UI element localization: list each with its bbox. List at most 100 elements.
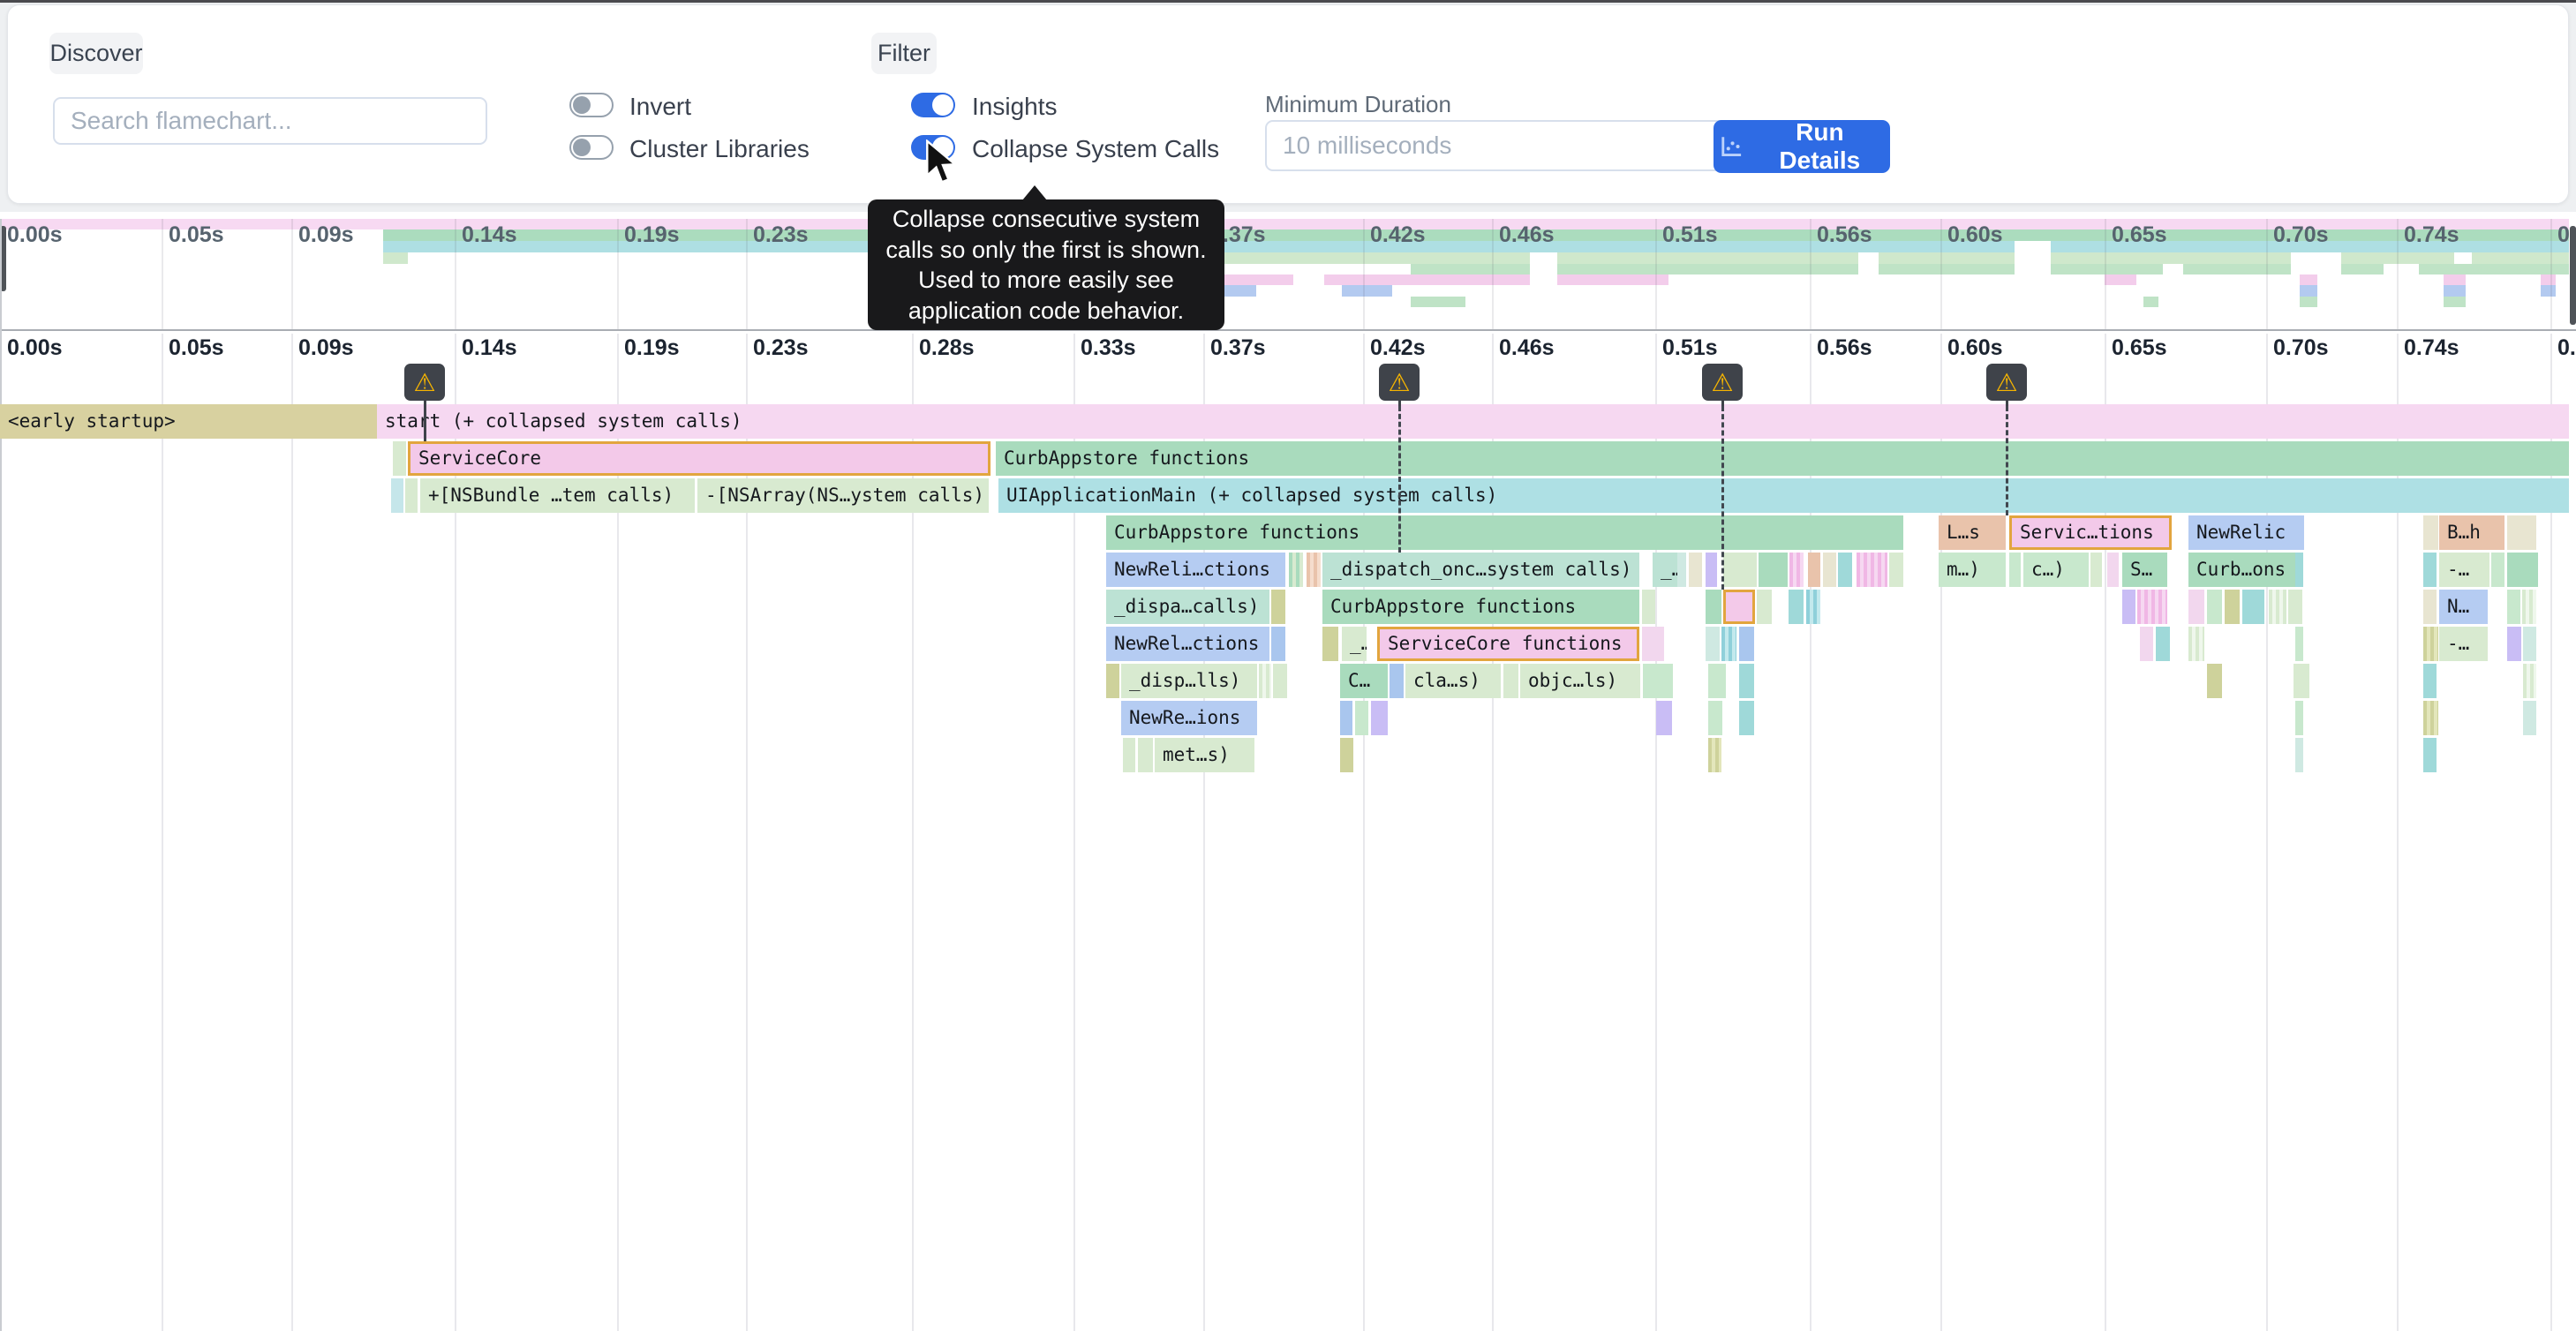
flame-block[interactable] — [1271, 590, 1285, 624]
flame-block[interactable]: Curb…ons — [2188, 553, 2302, 587]
flame-block[interactable] — [405, 478, 418, 513]
flame-block[interactable] — [2269, 590, 2286, 624]
flame-block[interactable] — [2423, 664, 2437, 698]
flame-block[interactable]: ServiceCore functions — [1377, 627, 1639, 661]
flame-block[interactable] — [2137, 590, 2167, 624]
flame-block[interactable] — [391, 478, 403, 513]
flame-block[interactable] — [1642, 627, 1664, 661]
warning-icon[interactable]: ⚠ — [1379, 364, 1420, 401]
invert-toggle[interactable] — [569, 93, 614, 117]
flame-block[interactable] — [1706, 590, 1721, 624]
flame-block[interactable] — [1689, 553, 1702, 587]
flame-block[interactable] — [2207, 590, 2222, 624]
flame-block[interactable]: Servic…tions — [2009, 515, 2172, 550]
flame-block[interactable]: NewReli…ctions — [1106, 553, 1285, 587]
flame-block[interactable] — [1723, 590, 1755, 624]
flame-block[interactable]: CurbAppstore functions — [1106, 515, 1903, 550]
flame-block[interactable] — [1739, 664, 1754, 698]
flame-block[interactable] — [1723, 553, 1757, 587]
flame-block[interactable] — [2522, 590, 2536, 624]
flame-block[interactable]: cla…s) — [1405, 664, 1501, 698]
flame-block[interactable] — [1271, 627, 1285, 661]
flame-block[interactable] — [1739, 627, 1754, 661]
flame-block[interactable] — [2009, 553, 2021, 587]
flame-block[interactable]: objc…ls) — [1520, 664, 1640, 698]
flame-block[interactable] — [2294, 664, 2309, 698]
flame-block[interactable] — [2523, 627, 2536, 661]
flame-block[interactable] — [1322, 627, 1338, 661]
flame-block[interactable] — [1390, 664, 1404, 698]
flame-block[interactable] — [1789, 590, 1804, 624]
flame-block[interactable] — [2423, 627, 2438, 661]
flame-block[interactable] — [1259, 664, 1271, 698]
flame-block[interactable] — [2491, 553, 2504, 587]
flame-block[interactable] — [2140, 627, 2153, 661]
flame-block[interactable] — [2523, 701, 2536, 735]
flame-block[interactable] — [2507, 553, 2538, 587]
flame-block[interactable] — [1123, 738, 1135, 772]
flame-block[interactable] — [1656, 701, 1672, 735]
flame-block[interactable] — [2107, 553, 2119, 587]
flame-block[interactable] — [1273, 664, 1287, 698]
insights-toggle[interactable] — [911, 93, 955, 117]
flame-block[interactable]: _dispatch_onc…system calls) — [1322, 553, 1639, 587]
flame-block[interactable] — [2288, 590, 2302, 624]
cluster-libraries-toggle[interactable] — [569, 135, 614, 160]
flame-block[interactable] — [2523, 664, 2536, 698]
flame-block[interactable]: N… — [2439, 590, 2488, 624]
flame-block[interactable] — [2242, 590, 2264, 624]
flame-block[interactable]: CurbAppstore functions — [1322, 590, 1639, 624]
flame-block[interactable]: _dispa…calls) — [1106, 590, 1269, 624]
flame-block[interactable]: NewRel…ctions — [1106, 627, 1269, 661]
flame-block[interactable]: start (+ collapsed system calls) — [377, 404, 2569, 439]
flame-block[interactable]: B…h — [2439, 515, 2504, 550]
flame-block[interactable]: <early startup> — [0, 404, 377, 439]
flame-block[interactable] — [2090, 553, 2102, 587]
flame-block[interactable] — [1340, 701, 1352, 735]
flame-block[interactable] — [2295, 553, 2303, 587]
flame-block[interactable] — [1708, 701, 1722, 735]
flame-block[interactable] — [1721, 627, 1736, 661]
flame-block[interactable] — [1503, 664, 1518, 698]
timeline-minimap[interactable]: 0.00s0.05s0.09s0.14s0.19s0.23s0.28s0.33s… — [0, 219, 2576, 331]
flame-block[interactable] — [1789, 553, 1804, 587]
flame-block[interactable] — [2295, 515, 2303, 550]
flame-block[interactable] — [1706, 627, 1720, 661]
flame-block[interactable] — [1106, 664, 1119, 698]
flame-block[interactable] — [1857, 553, 1887, 587]
flame-block[interactable] — [2423, 701, 2438, 735]
flame-block[interactable] — [1823, 553, 1836, 587]
flame-block[interactable] — [1838, 553, 1852, 587]
flame-block[interactable] — [1138, 738, 1153, 772]
filter-button[interactable]: Filter — [871, 33, 937, 74]
flame-block[interactable] — [2423, 553, 2437, 587]
flame-block[interactable] — [2156, 627, 2170, 661]
flame-block[interactable] — [2507, 590, 2520, 624]
flame-block[interactable] — [2207, 664, 2222, 698]
flame-block[interactable] — [2295, 738, 2303, 772]
flame-block[interactable] — [1757, 590, 1772, 624]
flame-block[interactable] — [2188, 627, 2204, 661]
flame-block[interactable]: met…s) — [1155, 738, 1254, 772]
flame-block[interactable]: +[NSBundle …tem calls) — [420, 478, 695, 513]
flame-block[interactable] — [1677, 553, 1686, 587]
run-details-button[interactable]: Run Details — [1714, 118, 1890, 174]
flame-block[interactable] — [1806, 590, 1820, 624]
flame-block[interactable] — [2295, 701, 2303, 735]
flame-block[interactable]: ServiceCore — [408, 441, 990, 476]
flame-block[interactable] — [2507, 515, 2536, 550]
warning-icon[interactable]: ⚠ — [1986, 364, 2027, 401]
flame-block[interactable] — [1643, 664, 1673, 698]
flame-block[interactable] — [1889, 553, 1903, 587]
flame-block[interactable] — [1808, 553, 1820, 587]
flame-block[interactable]: NewRelic — [2188, 515, 2304, 550]
flame-block[interactable] — [2122, 590, 2135, 624]
flame-block[interactable] — [1706, 553, 1717, 587]
flame-block[interactable] — [1307, 553, 1321, 587]
warning-icon[interactable]: ⚠ — [404, 364, 445, 401]
discover-button[interactable]: Discover — [49, 33, 143, 74]
flame-block[interactable] — [2423, 590, 2437, 624]
flame-block[interactable]: _… — [1342, 627, 1367, 661]
flame-block[interactable] — [1739, 701, 1754, 735]
flame-block[interactable] — [2295, 627, 2303, 661]
